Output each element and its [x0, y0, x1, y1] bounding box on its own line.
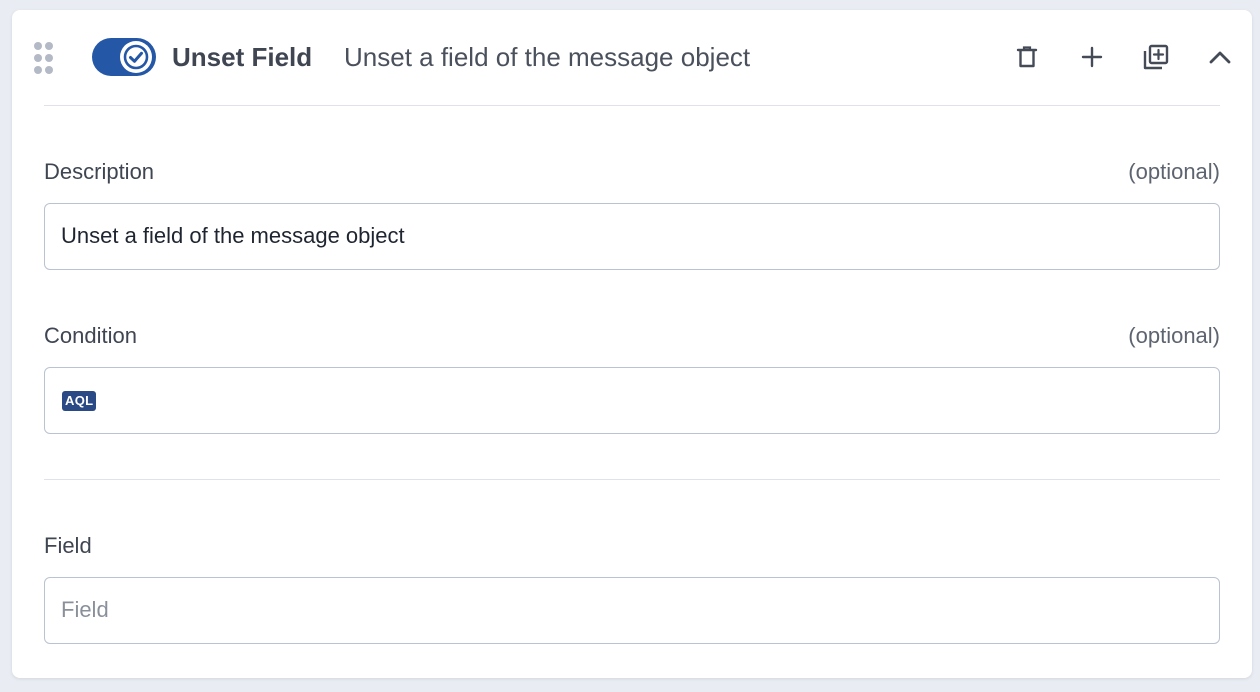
processor-card: Unset Field Unset a field of the message…	[12, 10, 1252, 678]
aql-badge: AQL	[62, 391, 97, 411]
section-divider	[44, 479, 1220, 480]
description-input[interactable]	[61, 204, 1201, 268]
condition-optional-hint: (optional)	[1128, 323, 1220, 348]
description-field	[44, 203, 1220, 270]
header-divider	[44, 105, 1220, 106]
drag-handle-icon[interactable]	[34, 42, 54, 74]
processor-subtitle: Unset a field of the message object	[344, 42, 751, 72]
add-icon	[1081, 46, 1103, 68]
enabled-toggle[interactable]	[92, 38, 156, 76]
processor-title: Unset Field	[172, 42, 313, 72]
collapse-icon	[1209, 51, 1231, 64]
condition-field[interactable]: AQL	[44, 367, 1220, 434]
collapse-button[interactable]	[1203, 40, 1237, 74]
field-label: Field	[44, 533, 92, 558]
toggle-knob	[120, 41, 152, 73]
description-label: Description	[44, 159, 155, 184]
field-input[interactable]	[61, 578, 1201, 642]
duplicate-button[interactable]	[1139, 40, 1173, 74]
add-button[interactable]	[1075, 40, 1109, 74]
check-icon	[123, 44, 149, 70]
condition-label: Condition	[44, 323, 137, 348]
card-header: Unset Field Unset a field of the message…	[12, 10, 1252, 106]
duplicate-icon	[1143, 44, 1169, 70]
field-field	[44, 577, 1220, 644]
delete-icon	[1016, 46, 1038, 68]
delete-button[interactable]	[1010, 40, 1044, 74]
description-optional-hint: (optional)	[1128, 159, 1220, 184]
